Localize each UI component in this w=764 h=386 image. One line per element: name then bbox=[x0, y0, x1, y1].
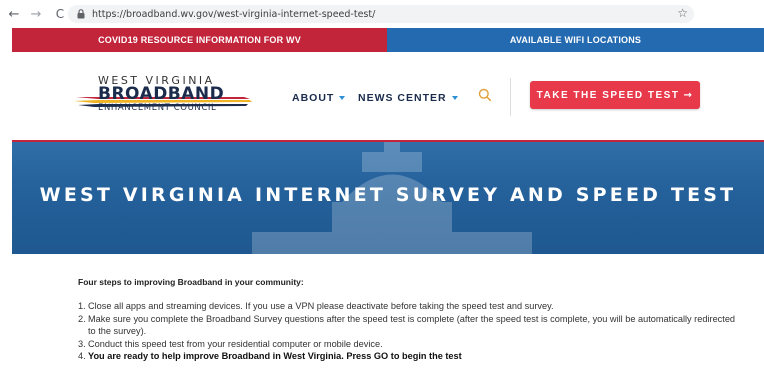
cta-label: TAKE THE SPEED TEST bbox=[536, 89, 680, 101]
nav-news-center[interactable]: NEWS CENTER bbox=[358, 92, 458, 104]
back-button[interactable]: ← bbox=[7, 7, 21, 22]
header-divider bbox=[510, 78, 511, 116]
site-logo[interactable]: WEST VIRGINIA BROADBAND ENHANCEMENT COUN… bbox=[74, 72, 254, 122]
nav-about[interactable]: ABOUT bbox=[292, 92, 346, 104]
search-icon[interactable] bbox=[478, 88, 492, 107]
logo-broadband-text: BROADBAND bbox=[98, 84, 225, 104]
chevron-down-icon bbox=[339, 96, 346, 100]
wifi-locations-link[interactable]: AVAILABLE WIFI LOCATIONS bbox=[387, 28, 764, 52]
nav-about-label: ABOUT bbox=[292, 92, 335, 104]
forward-button[interactable]: → bbox=[29, 7, 43, 22]
chevron-down-icon bbox=[451, 96, 458, 100]
take-speed-test-button[interactable]: TAKE THE SPEED TEST → bbox=[530, 81, 700, 109]
step-text: Conduct this speed test from your reside… bbox=[88, 338, 383, 349]
site-header: WEST VIRGINIA BROADBAND ENHANCEMENT COUN… bbox=[12, 52, 764, 140]
step-text: You are ready to help improve Broadband … bbox=[88, 351, 462, 362]
bookmark-star-icon[interactable]: ☆ bbox=[677, 6, 688, 20]
steps-list: 1. Close all apps and streaming devices. … bbox=[78, 300, 738, 363]
reload-button[interactable]: C bbox=[53, 7, 67, 21]
hero-banner: WEST VIRGINIA INTERNET SURVEY AND SPEED … bbox=[12, 140, 764, 254]
logo-council-text: ENHANCEMENT COUNCIL bbox=[98, 103, 217, 113]
url-text: https://broadband.wv.gov/west-virginia-i… bbox=[92, 8, 376, 20]
list-item: 1. Close all apps and streaming devices. … bbox=[78, 300, 738, 313]
step-number: 1. bbox=[78, 301, 86, 311]
page-title: WEST VIRGINIA INTERNET SURVEY AND SPEED … bbox=[39, 184, 737, 206]
main-content: Four steps to improving Broadband in you… bbox=[78, 262, 738, 363]
list-item: 3. Conduct this speed test from your resi… bbox=[78, 338, 738, 351]
steps-intro: Four steps to improving Broadband in you… bbox=[78, 277, 304, 287]
browser-toolbar: ← → C https://broadband.wv.gov/west-virg… bbox=[0, 0, 764, 28]
step-number: 3. bbox=[78, 338, 86, 349]
step-text: Close all apps and streaming devices. If… bbox=[88, 301, 554, 311]
step-number: 2. bbox=[78, 313, 86, 324]
covid-resource-link[interactable]: COVID19 RESOURCE INFORMATION FOR WV bbox=[12, 28, 387, 52]
step-number: 4. bbox=[78, 351, 86, 362]
list-item: 4. You are ready to help improve Broadban… bbox=[78, 350, 738, 363]
list-item: 2. Make sure you complete the Broadband S… bbox=[78, 313, 738, 338]
nav-news-label: NEWS CENTER bbox=[358, 92, 447, 104]
lock-icon bbox=[76, 9, 86, 19]
address-bar[interactable]: https://broadband.wv.gov/west-virginia-i… bbox=[68, 5, 694, 23]
step-text: Make sure you complete the Broadband Sur… bbox=[88, 313, 736, 337]
arrow-right-icon: → bbox=[683, 89, 694, 101]
